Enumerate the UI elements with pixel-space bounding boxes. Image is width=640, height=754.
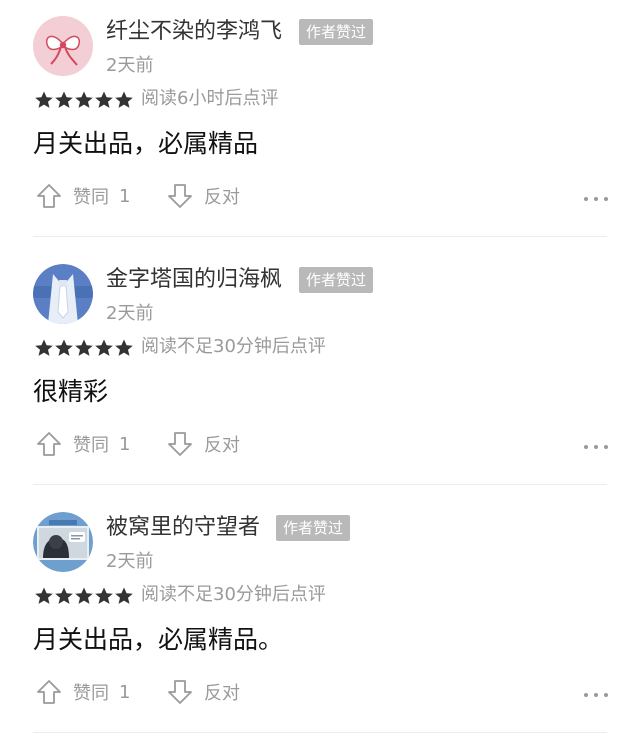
star-icon [55, 339, 73, 356]
star-icon [35, 587, 53, 604]
star-icon [115, 587, 133, 604]
oppose-button[interactable]: 反对 [166, 428, 240, 460]
divider [33, 484, 607, 485]
more-dots-icon [584, 445, 608, 449]
oppose-label: 反对 [204, 435, 240, 456]
star-icon [75, 339, 93, 356]
star-icon [55, 587, 73, 604]
arrow-down-icon [168, 432, 192, 456]
comic-avatar-icon [33, 512, 93, 572]
like-label: 赞同 [73, 683, 109, 704]
review-time: 2天前 [106, 551, 154, 572]
review-time: 2天前 [106, 303, 154, 324]
author-liked-badge: 作者赞过 [276, 515, 351, 541]
review-content: 月关出品，必属精品 [33, 129, 259, 158]
arrow-down-icon [168, 184, 192, 208]
star-icon [75, 91, 93, 108]
reading-time-note: 阅读不足30分钟后点评 [141, 584, 326, 605]
star-icon [95, 339, 113, 356]
star-icon [115, 339, 133, 356]
star-rating [34, 586, 134, 606]
author-liked-badge: 作者赞过 [299, 19, 374, 45]
oppose-label: 反对 [204, 187, 240, 208]
more-options-button[interactable] [582, 190, 610, 202]
star-icon [55, 91, 73, 108]
star-icon [75, 587, 93, 604]
like-label: 赞同 [73, 435, 109, 456]
like-label: 赞同 [73, 187, 109, 208]
oppose-button[interactable]: 反对 [166, 676, 240, 708]
more-options-button[interactable] [582, 438, 610, 450]
pink-bow-avatar-icon [33, 16, 93, 76]
username[interactable]: 纤尘不染的李鸿飞 [106, 15, 282, 49]
like-button[interactable]: 赞同 1 [35, 180, 130, 212]
like-button[interactable]: 赞同 1 [35, 676, 130, 708]
arrow-up-icon [37, 432, 61, 456]
like-count: 1 [119, 681, 131, 703]
review-item: 金字塔国的归海枫 作者赞过 2天前 阅读不足30分钟后点评 很精彩 赞同 1 反… [0, 248, 640, 496]
review-content: 很精彩 [33, 377, 109, 406]
like-count: 1 [119, 185, 131, 207]
star-icon [35, 339, 53, 356]
more-dots-icon [584, 693, 608, 697]
divider [33, 732, 607, 733]
review-content: 月关出品，必属精品。 [33, 625, 284, 654]
review-time: 2天前 [106, 55, 154, 76]
more-options-button[interactable] [582, 686, 610, 698]
arrow-up-icon [37, 680, 61, 704]
like-button[interactable]: 赞同 1 [35, 428, 130, 460]
star-rating [34, 338, 134, 358]
review-item: 纤尘不染的李鸿飞 作者赞过 2天前 阅读6小时后点评 月关出品，必属精品 赞同 … [0, 0, 640, 248]
star-icon [35, 91, 53, 108]
username[interactable]: 金字塔国的归海枫 [106, 263, 282, 297]
avatar[interactable] [33, 512, 93, 572]
username[interactable]: 被窝里的守望者 [106, 511, 260, 545]
star-icon [95, 587, 113, 604]
star-rating [34, 90, 134, 110]
like-count: 1 [119, 433, 131, 455]
oppose-button[interactable]: 反对 [166, 180, 240, 212]
star-icon [95, 91, 113, 108]
arrow-up-icon [37, 184, 61, 208]
review-item: 被窝里的守望者 作者赞过 2天前 阅读不足30分钟后点评 月关出品，必属精品。 … [0, 496, 640, 744]
arrow-down-icon [168, 680, 192, 704]
oppose-label: 反对 [204, 683, 240, 704]
author-liked-badge: 作者赞过 [299, 267, 374, 293]
reading-time-note: 阅读6小时后点评 [141, 88, 279, 109]
blue-tie-avatar-icon [33, 264, 93, 324]
star-icon [115, 91, 133, 108]
avatar[interactable] [33, 264, 93, 324]
reading-time-note: 阅读不足30分钟后点评 [141, 336, 326, 357]
more-dots-icon [584, 197, 608, 201]
divider [33, 236, 607, 237]
avatar[interactable] [33, 16, 93, 76]
